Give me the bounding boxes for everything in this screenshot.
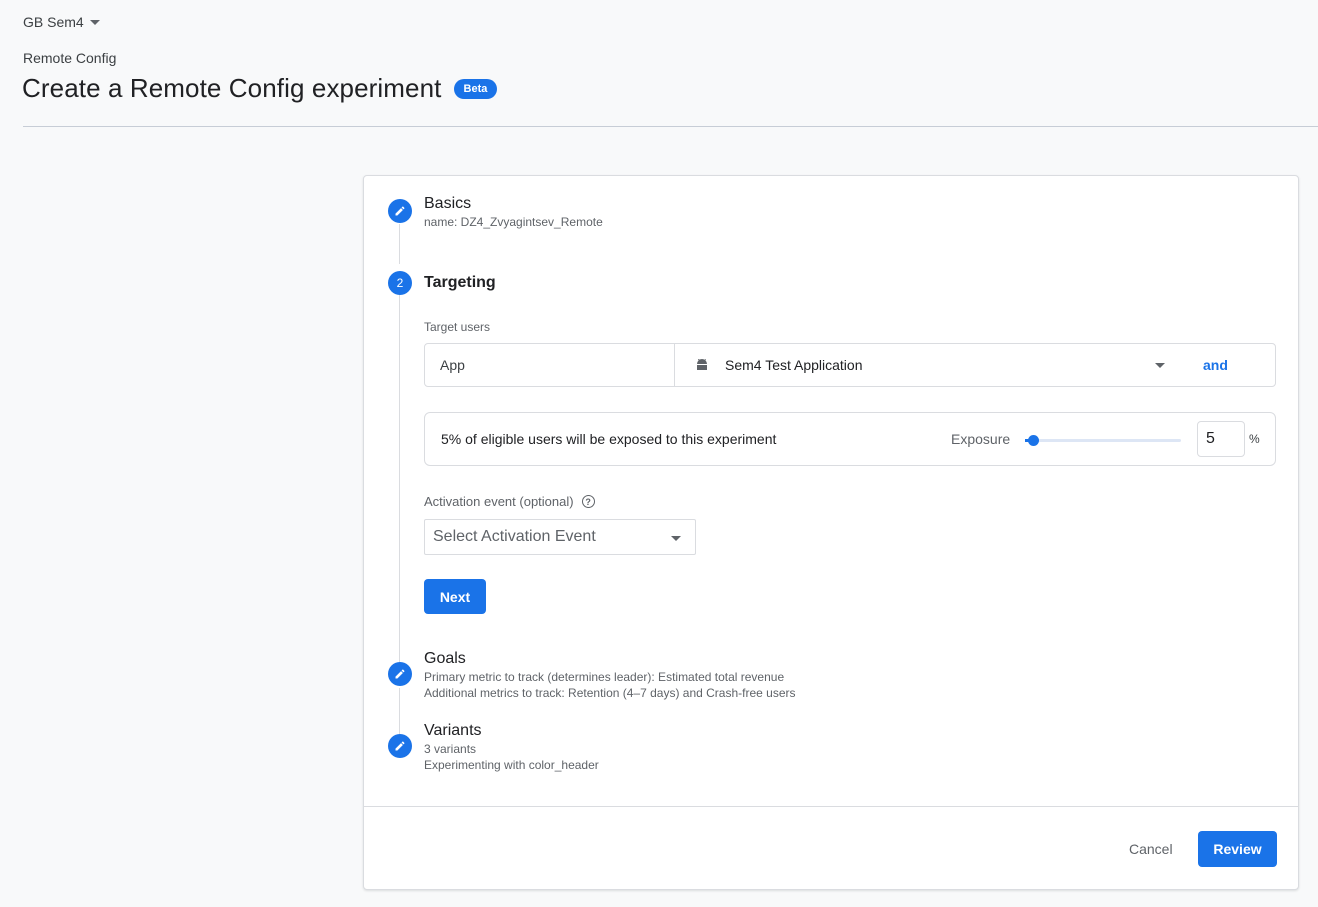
target-users-label: Target users [424, 320, 491, 334]
exposure-label: Exposure [951, 431, 1011, 447]
target-value-select[interactable]: Sem4 Test Application [675, 344, 1195, 386]
chevron-down-icon [1155, 362, 1165, 368]
page-title-row: Create a Remote Config experiment Beta [22, 73, 498, 104]
variants-title: Variants [424, 722, 482, 739]
percent-sign: % [1249, 432, 1260, 446]
step-connector [399, 688, 400, 734]
basics-edit-icon[interactable] [388, 199, 412, 223]
activation-event-label-row: Activation event (optional) ? [424, 494, 595, 509]
basics-summary: name: DZ4_Zvyagintsev_Remote [424, 215, 603, 229]
goals-title: Goals [424, 650, 466, 667]
activation-event-label: Activation event (optional) [424, 494, 574, 509]
add-and-condition-button[interactable]: and [1195, 357, 1275, 373]
page-title: Create a Remote Config experiment [22, 73, 442, 103]
variants-edit-icon[interactable] [388, 734, 412, 758]
activation-event-placeholder: Select Activation Event [433, 528, 596, 545]
targeting-title: Targeting [424, 274, 496, 291]
card-footer-divider [364, 806, 1298, 807]
variants-parameter: Experimenting with color_header [424, 758, 599, 772]
review-button[interactable]: Review [1198, 831, 1277, 867]
goals-primary-metric: Primary metric to track (determines lead… [424, 670, 785, 684]
project-name: GB Sem4 [23, 14, 84, 30]
basics-title: Basics [424, 195, 472, 212]
variants-count: 3 variants [424, 742, 477, 756]
chevron-down-icon [89, 19, 100, 25]
targeting-step-number: 2 [388, 271, 412, 295]
goals-additional-metrics: Additional metrics to track: Retention (… [424, 686, 796, 700]
exposure-summary: 5% of eligible users will be exposed to … [441, 431, 777, 447]
target-field-select[interactable]: App [425, 344, 675, 386]
android-icon [695, 359, 709, 371]
target-condition-row: App Sem4 Test Application and [424, 343, 1276, 387]
breadcrumb[interactable]: Remote Config [23, 50, 116, 66]
target-field-label: App [440, 357, 465, 373]
goals-edit-icon[interactable] [388, 662, 412, 686]
beta-badge: Beta [453, 78, 498, 99]
help-icon[interactable]: ? [581, 495, 595, 508]
exposure-panel: 5% of eligible users will be exposed to … [424, 412, 1276, 466]
experiment-card: Basics name: DZ4_Zvyagintsev_Remote 2 Ta… [363, 175, 1299, 890]
chevron-down-icon [671, 536, 681, 541]
target-value-label: Sem4 Test Application [725, 357, 863, 373]
cancel-button[interactable]: Cancel [1129, 841, 1173, 857]
step-connector [399, 294, 400, 662]
exposure-percent-input[interactable]: 5 [1197, 421, 1245, 457]
exposure-slider[interactable] [1025, 435, 1181, 446]
exposure-slider-thumb[interactable] [1027, 435, 1039, 446]
activation-event-select[interactable]: Select Activation Event [424, 519, 696, 555]
project-switcher[interactable]: GB Sem4 [23, 14, 100, 30]
step-connector [399, 224, 400, 264]
header-divider [23, 126, 1318, 127]
next-button[interactable]: Next [424, 579, 486, 614]
